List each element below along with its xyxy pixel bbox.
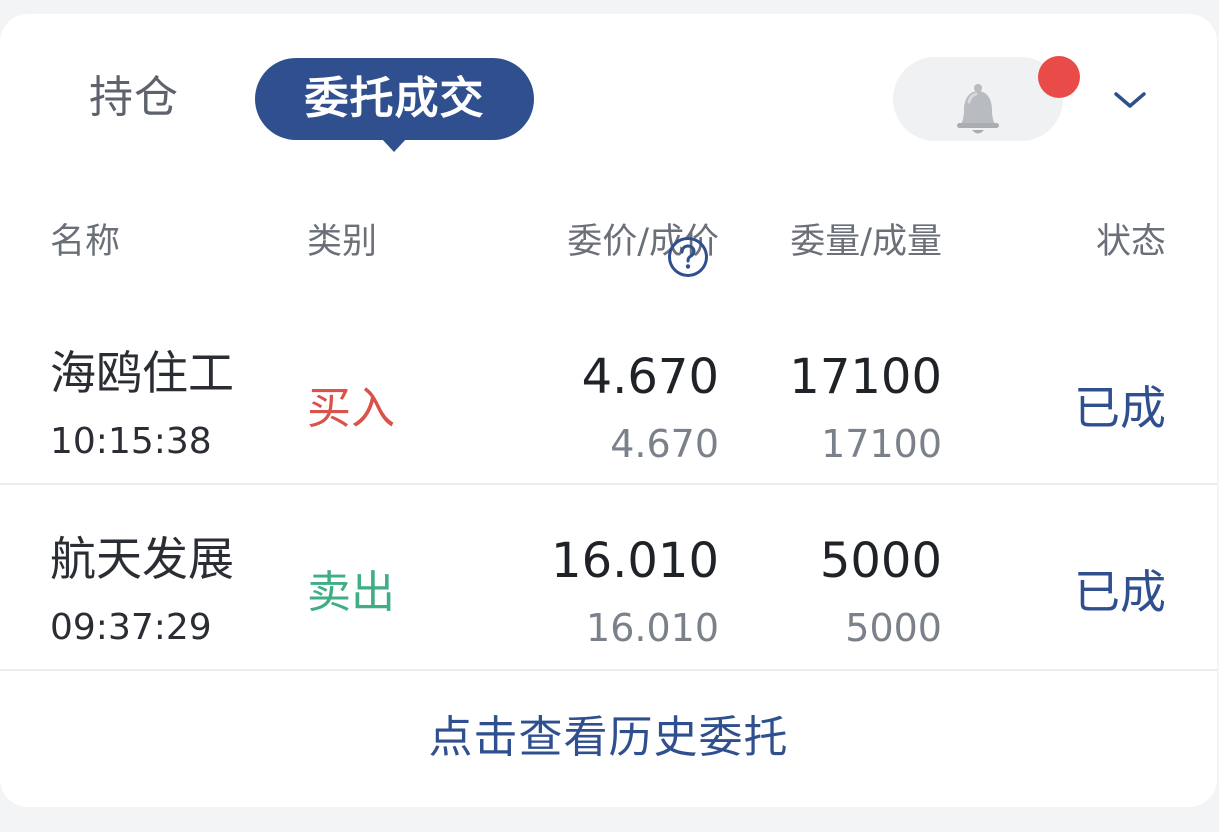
order-status: 已成 xyxy=(1074,381,1166,435)
order-side-sell: 卖出 xyxy=(307,567,395,618)
order-row[interactable]: 海鸥住工 10:15:38 买入 4.670 4.670 17100 17100… xyxy=(0,316,1217,500)
column-header-status: 状态 xyxy=(1095,222,1166,262)
order-row[interactable]: 航天发展 09:37:29 卖出 16.010 16.010 5000 5000… xyxy=(0,500,1217,684)
order-status: 已成 xyxy=(1074,565,1166,619)
stock-name: 航天发展 xyxy=(50,532,234,586)
row-divider xyxy=(0,669,1217,671)
column-header-name: 名称 xyxy=(50,222,121,262)
bell-icon xyxy=(957,84,999,134)
order-qty: 5000 xyxy=(819,533,942,589)
fill-qty: 5000 xyxy=(845,606,942,650)
fill-price: 16.010 xyxy=(586,606,719,650)
order-side-buy: 买入 xyxy=(307,383,395,434)
tab-holdings[interactable]: 持仓 xyxy=(89,76,179,120)
stock-name: 海鸥住工 xyxy=(50,346,234,400)
view-history-orders-link[interactable]: 点击查看历史委托 xyxy=(0,710,1217,766)
question-circle-icon[interactable] xyxy=(666,235,710,279)
active-tab-pointer xyxy=(381,138,407,152)
column-header-type: 类别 xyxy=(307,222,378,262)
chevron-down-icon[interactable] xyxy=(1112,88,1148,112)
row-divider xyxy=(0,483,1217,485)
order-qty: 17100 xyxy=(789,349,942,405)
fill-qty: 17100 xyxy=(821,422,942,466)
order-time: 10:15:38 xyxy=(50,421,212,462)
order-price: 4.670 xyxy=(581,349,719,405)
tab-orders-label: 委托成交 xyxy=(304,73,485,124)
orders-card: 持仓 委托成交 名称 类别 委价/成价 委量/成量 状态 海鸥住工 10:15:… xyxy=(0,14,1217,807)
tab-orders[interactable]: 委托成交 xyxy=(255,58,534,140)
notification-dot xyxy=(1038,56,1080,98)
order-price: 16.010 xyxy=(551,533,719,589)
order-time: 09:37:29 xyxy=(50,607,212,648)
fill-price: 4.670 xyxy=(610,422,719,466)
column-header-qty: 委量/成量 xyxy=(790,222,942,262)
